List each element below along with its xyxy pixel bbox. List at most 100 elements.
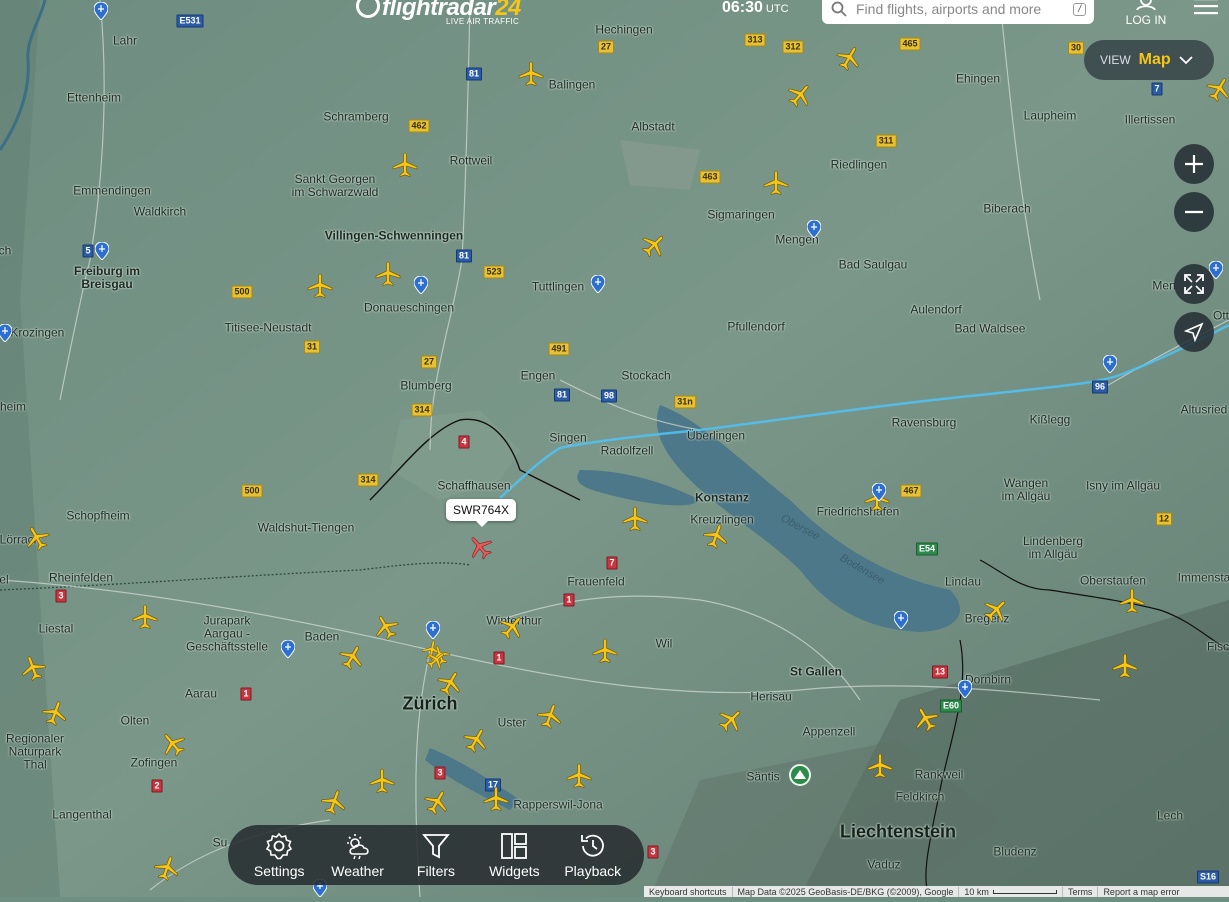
scale-label: 10 km bbox=[964, 887, 989, 897]
road-marker: 3 bbox=[647, 846, 658, 859]
logo[interactable]: flightradar24 LIVE AIR TRAFFIC bbox=[354, 0, 524, 30]
city-label: Pfullendorf bbox=[727, 321, 784, 334]
filter-icon bbox=[421, 832, 451, 860]
terms-link[interactable]: Terms bbox=[1063, 887, 1099, 897]
search-icon bbox=[830, 0, 848, 18]
road-marker: 30 bbox=[1068, 42, 1084, 55]
aircraft-icon[interactable] bbox=[391, 151, 419, 179]
road-marker: 314 bbox=[411, 404, 432, 417]
fullscreen-button[interactable] bbox=[1174, 264, 1214, 304]
city-label: Emmendingen bbox=[73, 185, 150, 198]
road-marker: 523 bbox=[483, 266, 504, 279]
widgets-button[interactable]: Widgets bbox=[475, 832, 553, 879]
bottom-toolbar: Settings Weather Filters Widgets Playbac… bbox=[228, 825, 644, 885]
airport-pin-icon[interactable] bbox=[1103, 355, 1117, 373]
city-label: Stockach bbox=[621, 370, 670, 383]
airport-pin-icon[interactable] bbox=[95, 242, 109, 260]
keyboard-shortcuts-link[interactable]: Keyboard shortcuts bbox=[644, 887, 733, 897]
city-label: heim bbox=[0, 401, 26, 414]
road-marker: E54 bbox=[916, 543, 938, 556]
weather-button[interactable]: Weather bbox=[319, 832, 397, 879]
city-label: Balingen bbox=[549, 79, 596, 92]
road-marker: 462 bbox=[408, 120, 429, 133]
city-label: Waldkirch bbox=[134, 206, 186, 219]
login-label: LOG IN bbox=[1124, 13, 1168, 27]
aircraft-icon[interactable] bbox=[1118, 587, 1146, 615]
zoom-in-button[interactable] bbox=[1174, 144, 1214, 184]
aircraft-icon[interactable] bbox=[621, 505, 649, 533]
airport-pin-icon[interactable] bbox=[0, 324, 12, 342]
city-label: Isny im Allgäu bbox=[1086, 480, 1160, 493]
playback-button[interactable]: Playback bbox=[554, 832, 632, 879]
my-location-button[interactable] bbox=[1174, 312, 1214, 352]
city-label: Überlingen bbox=[687, 430, 745, 443]
aircraft-icon[interactable] bbox=[306, 272, 334, 300]
airport-pin-icon[interactable] bbox=[872, 483, 886, 501]
filters-button[interactable]: Filters bbox=[397, 832, 475, 879]
airport-pin-icon[interactable] bbox=[958, 680, 972, 698]
city-label: Kißlegg bbox=[1030, 414, 1071, 427]
map-canvas[interactable]: Lahr Ettenheim Emmendingen Waldkirch Fre… bbox=[0, 0, 1229, 897]
city-label: Ott bbox=[1213, 310, 1229, 323]
city-label: Säntis bbox=[746, 771, 779, 784]
road-marker: 1 bbox=[563, 594, 574, 607]
search-input[interactable] bbox=[854, 0, 1073, 18]
airport-pin-icon[interactable] bbox=[94, 2, 108, 20]
city-label: Ehingen bbox=[956, 73, 1000, 86]
aircraft-icon[interactable] bbox=[368, 767, 396, 795]
report-error-link[interactable]: Report a map error bbox=[1098, 887, 1184, 897]
city-label: Wil bbox=[656, 638, 673, 651]
aircraft-icon[interactable] bbox=[866, 752, 894, 780]
city-label: Bad Saulgau bbox=[839, 259, 908, 272]
city-label: Langenthal bbox=[52, 809, 111, 822]
airport-pin-icon[interactable] bbox=[281, 640, 295, 658]
road-marker: 500 bbox=[241, 485, 262, 498]
clock-zone: UTC bbox=[766, 3, 789, 15]
city-label: Schopfheim bbox=[66, 510, 129, 523]
road-marker: 2 bbox=[151, 780, 162, 793]
city-label: Konstanz bbox=[695, 492, 749, 505]
aircraft-icon[interactable] bbox=[374, 260, 402, 288]
location-arrow-icon bbox=[1184, 322, 1204, 342]
road-marker: 27 bbox=[421, 356, 437, 369]
city-label: Rottweil bbox=[450, 155, 493, 168]
road-marker: 1 bbox=[240, 688, 251, 701]
city-label: Su bbox=[213, 837, 228, 850]
aircraft-icon[interactable] bbox=[1111, 652, 1139, 680]
airport-pin-icon[interactable] bbox=[807, 220, 821, 238]
plus-icon bbox=[1183, 153, 1205, 175]
aircraft-icon[interactable] bbox=[565, 762, 593, 790]
road-marker: 7 bbox=[1151, 83, 1162, 96]
city-label: Immensta bbox=[1178, 572, 1229, 585]
zoom-out-button[interactable] bbox=[1174, 192, 1214, 232]
search-shortcut: / bbox=[1073, 3, 1086, 16]
aircraft-icon[interactable] bbox=[762, 169, 790, 197]
login-button[interactable]: LOG IN bbox=[1124, 0, 1168, 27]
road-marker: 1 bbox=[493, 652, 504, 665]
road-marker: 465 bbox=[899, 38, 920, 51]
aircraft-icon[interactable] bbox=[591, 637, 619, 665]
aircraft-icon[interactable] bbox=[131, 603, 159, 631]
settings-button[interactable]: Settings bbox=[240, 832, 318, 879]
airport-pin-icon[interactable] bbox=[426, 621, 440, 639]
view-selector[interactable]: VIEW Map bbox=[1084, 40, 1214, 80]
mountain-icon[interactable] bbox=[789, 764, 811, 786]
city-label: Ettenheim bbox=[67, 92, 121, 105]
hamburger-menu-icon[interactable] bbox=[1192, 0, 1220, 20]
search-box[interactable]: / bbox=[822, 0, 1094, 24]
aircraft-icon[interactable] bbox=[482, 785, 510, 813]
airport-pin-icon[interactable] bbox=[591, 275, 605, 293]
city-label: Engen bbox=[521, 370, 556, 383]
road-marker: 5 bbox=[82, 245, 93, 258]
aircraft-icon[interactable] bbox=[517, 60, 545, 88]
city-label: Villingen-Schwenningen bbox=[325, 230, 463, 243]
road-marker: 463 bbox=[699, 171, 720, 184]
airport-pin-icon[interactable] bbox=[414, 276, 428, 294]
city-label: Schramberg bbox=[323, 111, 388, 124]
airport-pin-icon[interactable] bbox=[894, 611, 908, 629]
city-label: Albstadt bbox=[631, 121, 674, 134]
city-label: Men bbox=[1152, 280, 1175, 293]
road-marker: 12 bbox=[1156, 513, 1172, 526]
flight-callout[interactable]: SWR764X bbox=[446, 499, 516, 521]
weather-label: Weather bbox=[331, 863, 384, 879]
